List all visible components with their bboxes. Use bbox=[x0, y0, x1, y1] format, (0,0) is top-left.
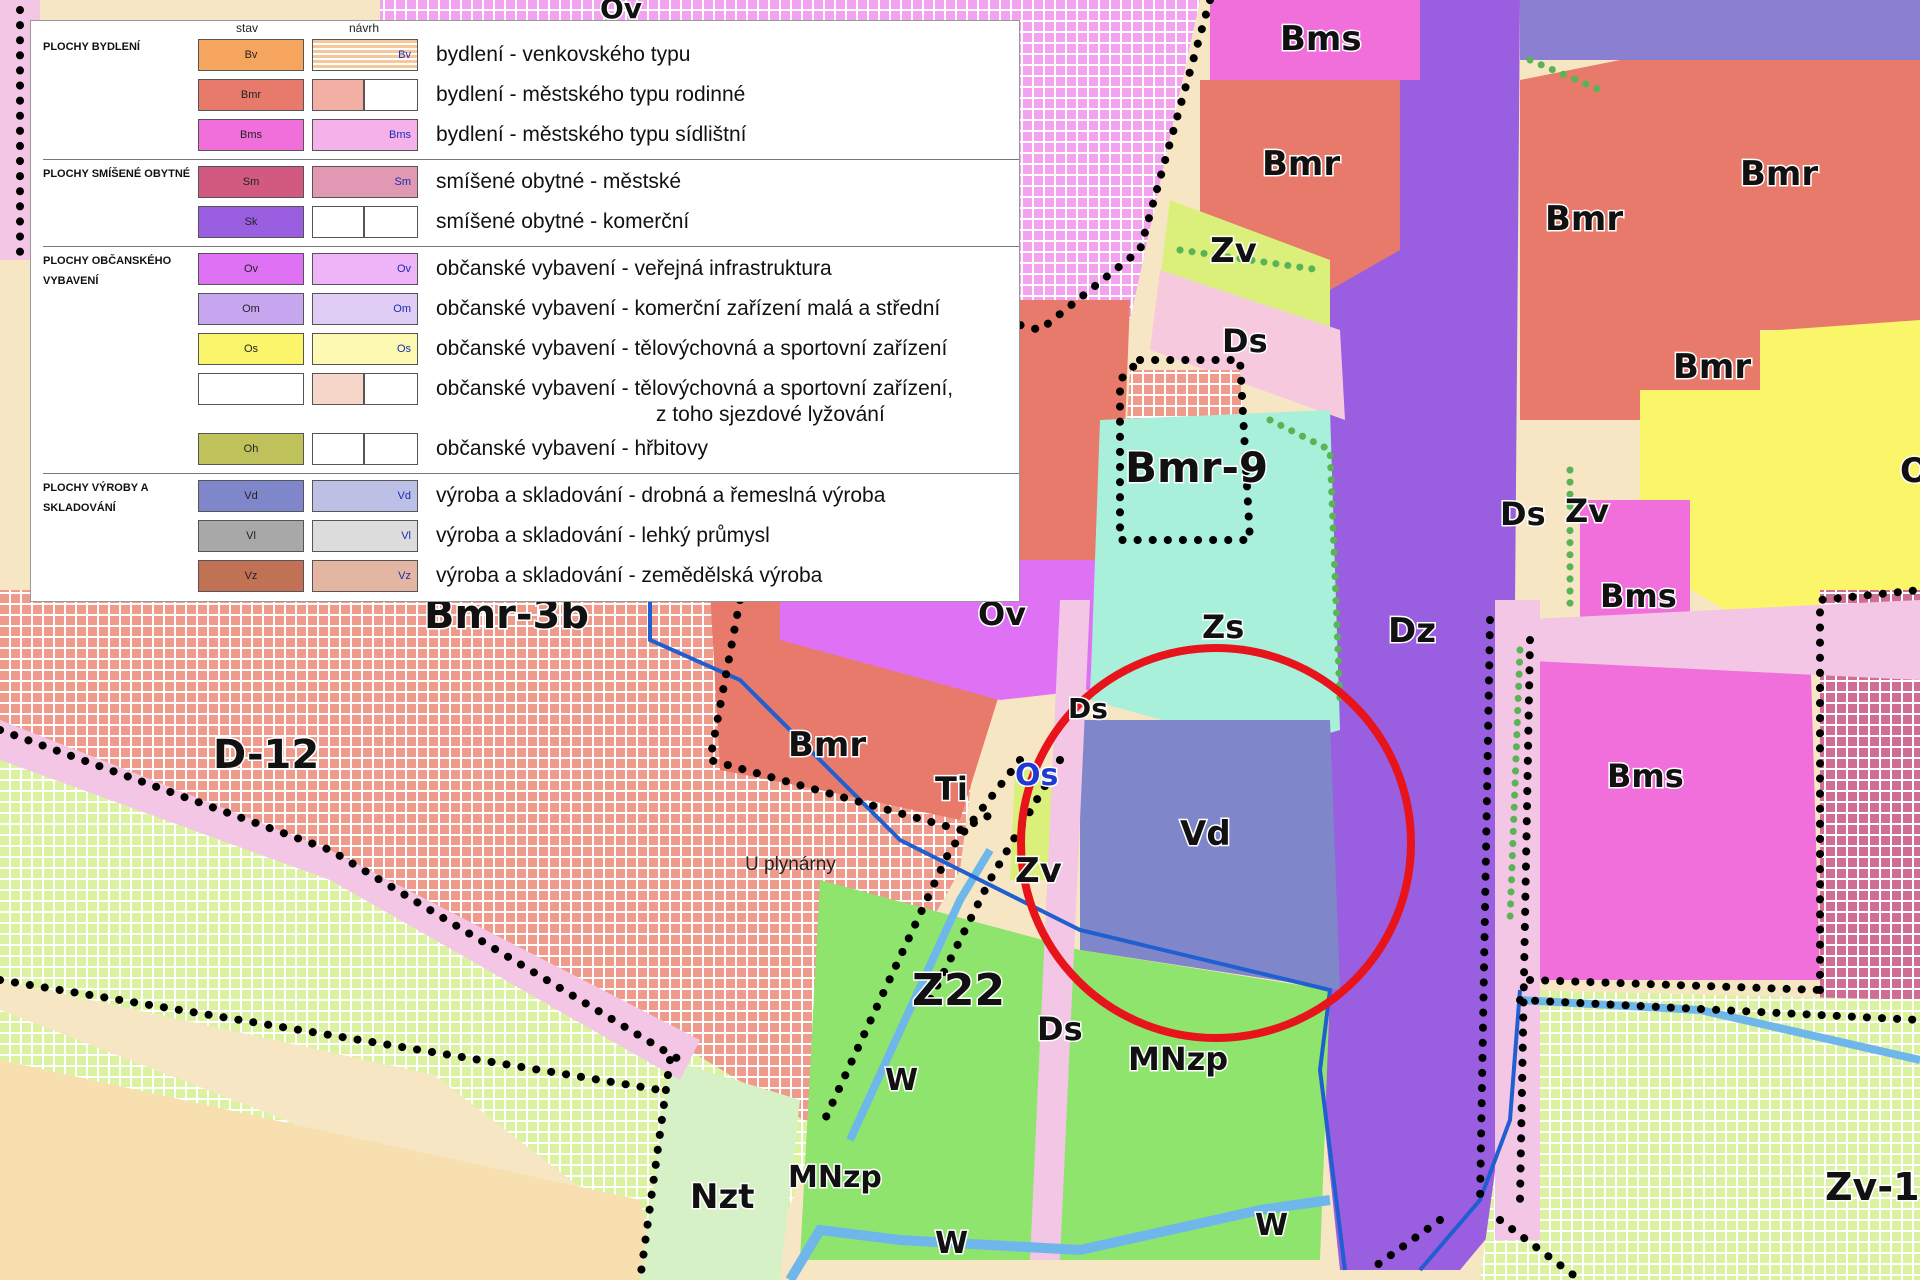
legend-swatch-navrh-oh-blank bbox=[364, 433, 418, 465]
label-w-b: W bbox=[935, 1226, 968, 1261]
label-bms-b: Bms bbox=[1600, 577, 1677, 615]
label-u-plynarny: U plynárny bbox=[745, 854, 836, 875]
legend-swatch-stav-bv: Bv bbox=[198, 39, 304, 71]
legend-desc-om: občanské vybavení - komerční zařízení ma… bbox=[436, 297, 941, 320]
label-bmr-b: Bmr bbox=[1740, 154, 1818, 194]
legend-separator bbox=[43, 473, 1019, 474]
legend-desc-bms: bydlení - městského typu sídlištní bbox=[436, 123, 747, 146]
label-zv-b: Zv bbox=[1565, 492, 1609, 530]
label-bmr9: Bmr-9 bbox=[1125, 443, 1268, 492]
label-zs: Zs bbox=[1202, 608, 1244, 646]
label-bms-c: Bms bbox=[1607, 757, 1684, 795]
map-legend: stav návrh PLOCHY BYDLENÍ Bv Bv bydlení … bbox=[30, 20, 1020, 602]
legend-swatch-navrh-oh bbox=[312, 433, 364, 465]
zone-right-bms bbox=[1510, 630, 1820, 980]
label-ds-a: Ds bbox=[1222, 322, 1268, 360]
legend-swatch-navrh-vz: Vz bbox=[312, 560, 418, 592]
map-canvas: Bms Bmr Bmr Bmr Bmr Zv Ds Bmr-9 Ds Zv Bm… bbox=[0, 0, 1920, 1280]
legend-desc-vz: výroba a skladování - zemědělská výroba bbox=[436, 564, 823, 587]
legend-swatch-stav-bmr: Bmr bbox=[198, 79, 304, 111]
label-zv1: Zv-1 bbox=[1825, 1165, 1920, 1209]
legend-swatch-navrh-om: Om bbox=[312, 293, 418, 325]
label-bms-top: Bms bbox=[1280, 19, 1362, 59]
label-w-a: W bbox=[885, 1063, 918, 1098]
zone-right-lime-grid bbox=[1480, 990, 1920, 1280]
legend-swatch-stav-sm: Sm bbox=[198, 166, 304, 198]
legend-swatch-stav-vz: Vz bbox=[198, 560, 304, 592]
legend-desc-bv: bydlení - venkovského typu bbox=[436, 43, 691, 66]
legend-swatch-navrh-vl: Vl bbox=[312, 520, 418, 552]
legend-desc-oh: občanské vybavení - hřbitovy bbox=[436, 437, 708, 460]
legend-desc-sm: smíšené obytné - městské bbox=[436, 170, 682, 193]
legend-desc-vd: výroba a skladování - drobná a řemeslná … bbox=[436, 484, 886, 507]
label-nzt: Nzt bbox=[690, 1177, 755, 1217]
label-ti: Ti bbox=[935, 770, 968, 808]
legend-desc-vl: výroba a skladování - lehký průmysl bbox=[436, 524, 770, 547]
legend-swatch-navrh-bms: Bms bbox=[312, 119, 418, 151]
legend-swatch-stav-vl: Vl bbox=[198, 520, 304, 552]
legend-separator bbox=[43, 159, 1019, 160]
legend-swatch-navrh-vd: Vd bbox=[312, 480, 418, 512]
legend-desc-os: občanské vybavení - tělovýchovná a sport… bbox=[436, 337, 948, 360]
legend-desc-bmr: bydlení - městského typu rodinné bbox=[436, 83, 746, 106]
legend-swatch-stav-vd: Vd bbox=[198, 480, 304, 512]
legend-swatch-stav-ski bbox=[198, 373, 304, 405]
label-o-edge: O bbox=[1900, 451, 1920, 491]
label-bmr-c: Bmr bbox=[1545, 199, 1623, 239]
legend-swatch-stav-om: Om bbox=[198, 293, 304, 325]
label-z22: Z22 bbox=[912, 965, 1005, 1016]
legend-swatch-stav-ov: Ov bbox=[198, 253, 304, 285]
legend-col-stav: stav bbox=[236, 21, 259, 35]
legend-swatch-navrh-sm: Sm bbox=[312, 166, 418, 198]
label-ds-c: Ds bbox=[1068, 692, 1108, 725]
legend-swatch-navrh-ov: Ov bbox=[312, 253, 418, 285]
label-d12: D-12 bbox=[213, 732, 319, 778]
legend-swatch-navrh-os: Os bbox=[312, 333, 418, 365]
legend-col-navrh: návrh bbox=[349, 21, 380, 35]
legend-desc-ski: občanské vybavení - tělovýchovná a sport… bbox=[436, 377, 954, 400]
legend-desc-ov: občanské vybavení - veřejná infrastruktu… bbox=[436, 257, 832, 280]
label-bmr-e: Bmr bbox=[788, 725, 866, 765]
legend-swatch-stav-oh: Oh bbox=[198, 433, 304, 465]
legend-group-title-vyroba: PLOCHY VÝROBY A SKLADOVÁNÍ bbox=[43, 482, 149, 514]
label-zv-c: Zv bbox=[1015, 851, 1062, 891]
label-dz: Dz bbox=[1388, 611, 1436, 651]
legend-swatch-navrh-bmr bbox=[312, 79, 364, 111]
legend-desc-sk: smíšené obytné - komerční bbox=[436, 210, 690, 233]
legend-swatch-navrh-bmr-blank bbox=[364, 79, 418, 111]
label-zv-a: Zv bbox=[1210, 231, 1257, 271]
label-bmr-d: Bmr bbox=[1673, 347, 1751, 387]
legend-swatch-navrh-sk-blank bbox=[364, 206, 418, 238]
legend-desc-ski-2: z toho sjezdové lyžování bbox=[656, 403, 885, 426]
zone-right-road bbox=[1520, 0, 1920, 60]
label-mnzp-b: MNzp bbox=[788, 1160, 882, 1195]
label-ds-d: Ds bbox=[1037, 1010, 1083, 1048]
legend-group-title-smisene: PLOCHY SMÍŠENÉ OBYTNÉ bbox=[43, 168, 191, 180]
legend-group-title-bydleni: PLOCHY BYDLENÍ bbox=[43, 41, 140, 53]
label-os: Os bbox=[1015, 758, 1058, 793]
legend-swatch-navrh-ski bbox=[312, 373, 364, 405]
legend-swatch-stav-bms: Bms bbox=[198, 119, 304, 151]
label-w-c: W bbox=[1255, 1208, 1288, 1243]
legend-swatch-navrh-bv: Bv bbox=[312, 39, 418, 71]
label-ds-b: Ds bbox=[1500, 495, 1546, 533]
label-bmr-a: Bmr bbox=[1262, 144, 1340, 184]
legend-group-title-obcanske: PLOCHY OBČANSKÉHO VYBAVENÍ bbox=[43, 255, 172, 287]
legend-swatch-stav-os: Os bbox=[198, 333, 304, 365]
legend-swatch-stav-sk: Sk bbox=[198, 206, 304, 238]
label-mnzp-a: MNzp bbox=[1128, 1040, 1228, 1078]
zone-vd bbox=[1080, 720, 1340, 990]
legend-swatch-navrh-sk bbox=[312, 206, 364, 238]
label-vd: Vd bbox=[1180, 814, 1231, 854]
legend-swatch-navrh-ski-blank bbox=[364, 373, 418, 405]
legend-separator bbox=[43, 246, 1019, 247]
